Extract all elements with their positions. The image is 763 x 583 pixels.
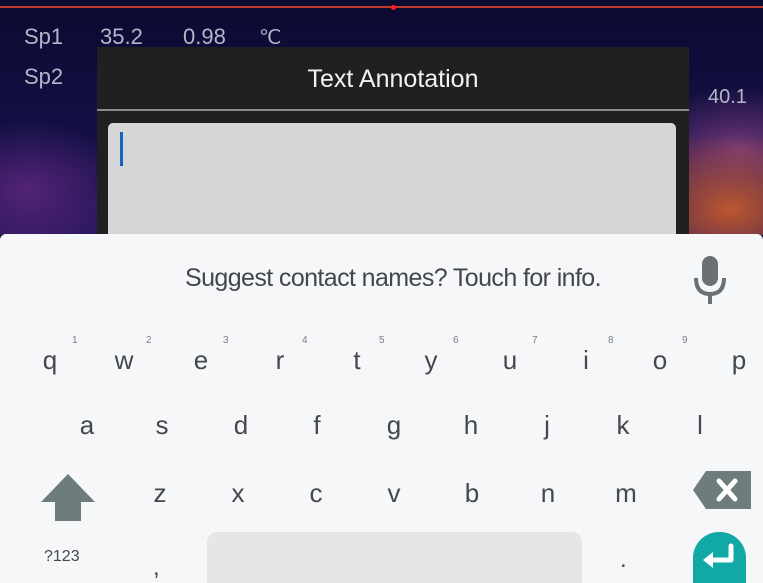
key-label: g (386, 410, 402, 440)
key-v[interactable]: v (359, 465, 429, 521)
key-label: a (79, 410, 95, 440)
key-h[interactable]: h (436, 397, 506, 453)
key-label: b (464, 478, 480, 508)
key-g[interactable]: g (359, 397, 429, 453)
dialog-title: Text Annotation (307, 65, 479, 93)
key-z[interactable]: z (125, 465, 195, 521)
key-number-hint: 2 (146, 335, 152, 346)
key-w[interactable]: w2 (89, 332, 159, 388)
comma-key[interactable]: , (153, 554, 160, 582)
dialog-divider (97, 109, 689, 111)
key-t[interactable]: t5 (322, 332, 392, 388)
key-c[interactable]: c (281, 465, 351, 521)
key-label: l (697, 410, 703, 440)
key-e[interactable]: e3 (166, 332, 236, 388)
soft-keyboard: Suggest contact names? Touch for info. q… (0, 234, 763, 583)
key-f[interactable]: f (282, 397, 352, 453)
shift-key-icon[interactable] (38, 471, 98, 523)
key-number-hint: 7 (532, 335, 538, 346)
key-number-hint: 6 (453, 335, 459, 346)
top-marker-dot (391, 5, 396, 10)
key-label: j (544, 410, 550, 440)
annotation-text-input[interactable] (108, 123, 676, 235)
key-d[interactable]: d (206, 397, 276, 453)
key-p[interactable]: p (704, 332, 763, 388)
contact-suggestion-banner[interactable]: Suggest contact names? Touch for info. (0, 264, 763, 293)
spot1-label: Sp1 (24, 24, 64, 49)
key-number-hint: 9 (682, 335, 688, 346)
top-accent-line (0, 6, 763, 8)
max-temperature-readout: 40.1 (708, 86, 747, 108)
key-i[interactable]: i8 (551, 332, 621, 388)
key-label: m (615, 478, 637, 508)
key-a[interactable]: a (52, 397, 122, 453)
key-b[interactable]: b (437, 465, 507, 521)
key-label: s (155, 410, 169, 440)
key-label: f (313, 410, 321, 440)
key-u[interactable]: u7 (475, 332, 545, 388)
key-label: h (463, 410, 479, 440)
key-m[interactable]: m (591, 465, 661, 521)
key-q[interactable]: q1 (15, 332, 85, 388)
key-y[interactable]: y6 (396, 332, 466, 388)
enter-arrow-icon (703, 543, 734, 568)
key-number-hint: 1 (72, 335, 78, 346)
key-label: v (387, 478, 401, 508)
key-number-hint: 4 (302, 335, 308, 346)
key-label: p (731, 345, 747, 375)
key-number-hint: 5 (379, 335, 385, 346)
key-label: z (153, 478, 167, 508)
key-label: k (616, 410, 630, 440)
key-number-hint: 8 (608, 335, 614, 346)
key-k[interactable]: k (588, 397, 658, 453)
key-o[interactable]: o9 (625, 332, 695, 388)
key-j[interactable]: j (512, 397, 582, 453)
key-label: x (231, 478, 245, 508)
key-number-hint: 3 (223, 335, 229, 346)
text-annotation-dialog: Text Annotation (97, 47, 689, 235)
text-cursor (120, 132, 123, 166)
spot2-label: Sp2 (24, 64, 64, 89)
key-x[interactable]: x (203, 465, 273, 521)
key-label: c (309, 478, 323, 508)
key-s[interactable]: s (127, 397, 197, 453)
key-l[interactable]: l (665, 397, 735, 453)
key-label: n (540, 478, 556, 508)
key-n[interactable]: n (513, 465, 583, 521)
enter-key[interactable] (693, 532, 746, 583)
space-key[interactable] (207, 532, 582, 583)
backspace-key-icon[interactable] (693, 471, 751, 509)
key-label: d (233, 410, 249, 440)
period-key[interactable]: . (620, 546, 627, 574)
symbols-key[interactable]: ?123 (44, 548, 80, 566)
microphone-icon[interactable] (692, 254, 728, 306)
key-r[interactable]: r4 (245, 332, 315, 388)
